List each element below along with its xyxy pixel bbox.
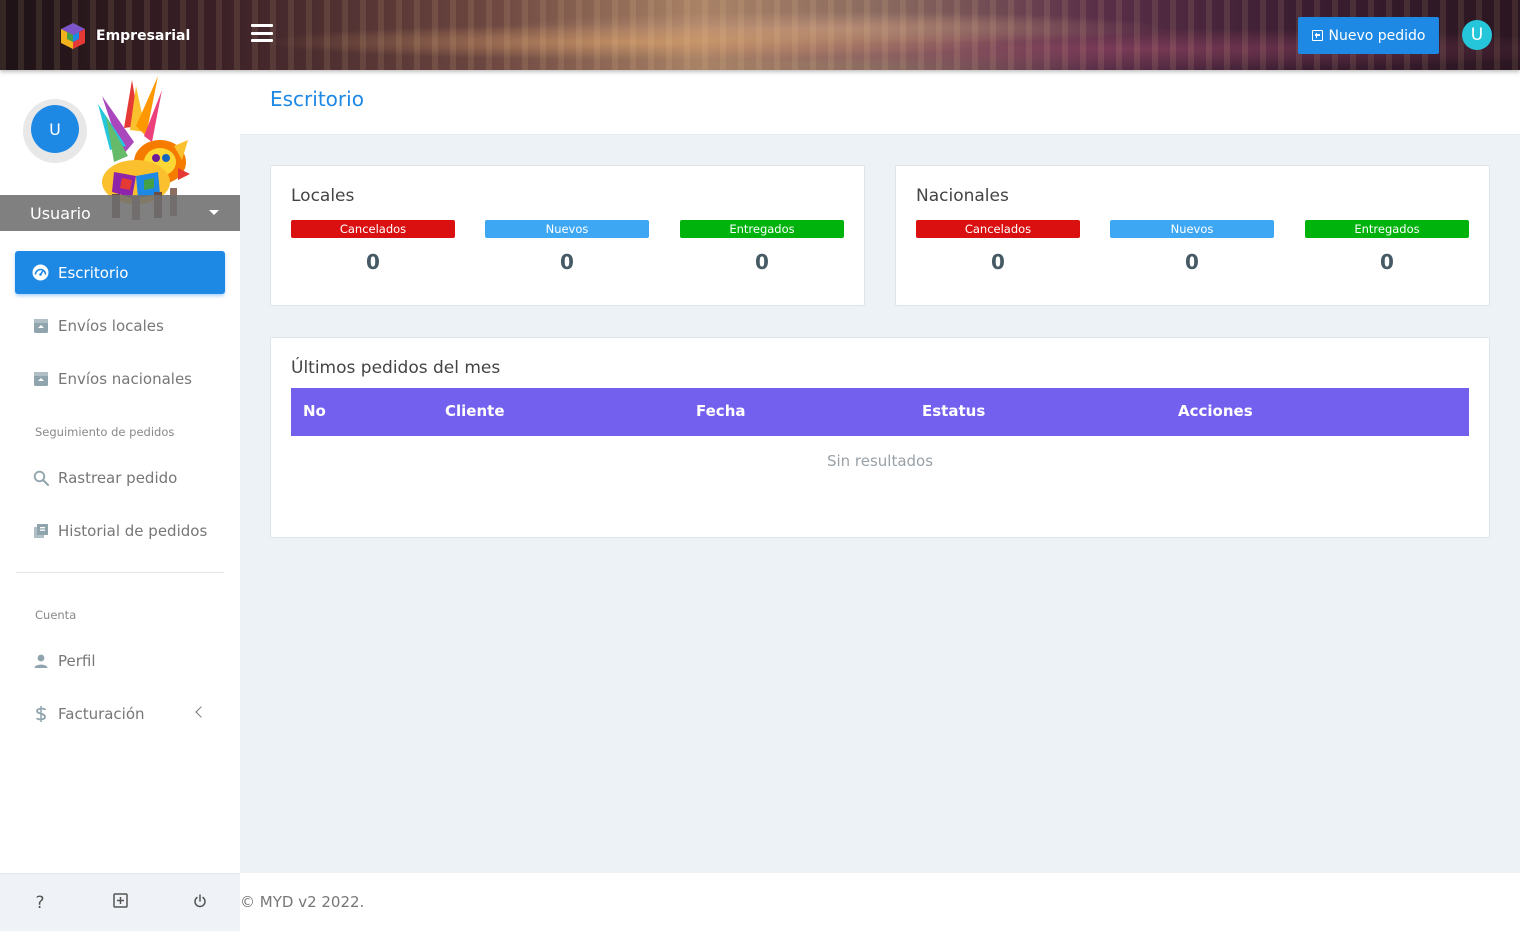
library-books-icon xyxy=(32,522,49,539)
stat-value: 0 xyxy=(755,250,769,274)
dollar-icon xyxy=(32,705,49,722)
sidebar-item-label: Envíos nacionales xyxy=(58,369,192,388)
stat-value: 0 xyxy=(366,250,380,274)
sidebar-item-perfil[interactable]: Perfil xyxy=(15,639,225,682)
stat-nuevos: Nuevos 0 xyxy=(1110,220,1274,274)
stat-entregados: Entregados 0 xyxy=(1305,220,1469,274)
new-order-button[interactable]: Nuevo pedido xyxy=(1298,17,1439,54)
user-dropdown[interactable]: Usuario xyxy=(0,195,240,231)
sidebar-item-label: Envíos locales xyxy=(58,316,164,335)
section-label-tracking: Seguimiento de pedidos xyxy=(35,425,175,439)
status-badge: Cancelados xyxy=(291,220,455,238)
sidebar-item-envios-locales[interactable]: Envíos locales xyxy=(15,304,225,347)
nacionales-card: Nacionales Cancelados 0 Nuevos 0 Entrega… xyxy=(895,165,1490,306)
cube-logo-icon xyxy=(58,21,88,51)
sidebar: U Usuario Escritorio Envíos locales Enví… xyxy=(0,70,240,931)
orders-table-header: No Cliente Fecha Estatus Acciones xyxy=(291,388,1469,436)
column-header-estatus[interactable]: Estatus xyxy=(922,402,985,420)
user-name: Usuario xyxy=(30,203,91,223)
stat-cancelados: Cancelados 0 xyxy=(291,220,455,274)
inbox-icon xyxy=(32,370,49,387)
sidebar-item-escritorio[interactable]: Escritorio xyxy=(15,251,225,294)
inbox-icon xyxy=(32,317,49,334)
new-order-label: Nuevo pedido xyxy=(1328,27,1426,44)
profile-area: U Usuario xyxy=(0,70,240,231)
page-title: Escritorio xyxy=(270,87,364,111)
user-menu-avatar[interactable]: U xyxy=(1462,20,1492,50)
plus-square-icon xyxy=(1311,30,1323,41)
sidebar-divider xyxy=(16,572,224,573)
status-badge: Nuevos xyxy=(485,220,649,238)
status-badge: Entregados xyxy=(1305,220,1469,238)
logout-button[interactable] xyxy=(189,892,211,914)
stat-value: 0 xyxy=(991,250,1005,274)
stat-value: 0 xyxy=(560,250,574,274)
user-icon xyxy=(32,652,49,669)
status-badge: Nuevos xyxy=(1110,220,1274,238)
card-title: Locales xyxy=(291,186,355,206)
sidebar-item-label: Facturación xyxy=(58,704,145,723)
recent-orders-card: Últimos pedidos del mes No Cliente Fecha… xyxy=(270,337,1490,538)
locales-card: Locales Cancelados 0 Nuevos 0 Entregados… xyxy=(270,165,865,306)
sidebar-item-label: Rastrear pedido xyxy=(58,468,178,487)
status-badge: Cancelados xyxy=(916,220,1080,238)
sidebar-item-label: Escritorio xyxy=(58,263,129,282)
column-header-no[interactable]: No xyxy=(303,402,326,420)
sidebar-item-label: Perfil xyxy=(58,651,96,670)
menu-toggle-icon[interactable] xyxy=(251,24,273,42)
sidebar-item-historial-pedidos[interactable]: Historial de pedidos xyxy=(15,509,225,552)
brand-link[interactable]: Empresarial xyxy=(58,20,190,52)
chevron-left-icon xyxy=(195,706,207,718)
section-label-account: Cuenta xyxy=(35,608,77,622)
sidebar-item-envios-nacionales[interactable]: Envíos nacionales xyxy=(15,357,225,400)
page-footer: © MYD v2 2022. xyxy=(240,873,1520,931)
search-icon xyxy=(32,469,49,486)
stat-entregados: Entregados 0 xyxy=(680,220,844,274)
sidebar-item-facturacion[interactable]: Facturación xyxy=(15,692,225,735)
column-header-acciones[interactable]: Acciones xyxy=(1178,402,1253,420)
stat-cancelados: Cancelados 0 xyxy=(916,220,1080,274)
power-icon xyxy=(193,893,207,913)
dashboard-gauge-icon xyxy=(32,264,49,281)
sidebar-avatar: U xyxy=(31,105,79,153)
sidebar-item-label: Historial de pedidos xyxy=(58,521,208,540)
page-header: Escritorio xyxy=(240,70,1520,135)
brand-name: Empresarial xyxy=(96,28,191,44)
card-title: Nacionales xyxy=(916,186,1009,206)
plus-square-icon xyxy=(112,893,128,913)
card-title: Últimos pedidos del mes xyxy=(291,358,501,378)
sidebar-item-rastrear-pedido[interactable]: Rastrear pedido xyxy=(15,456,225,499)
empty-table-message: Sin resultados xyxy=(826,452,934,470)
top-navbar: Empresarial Nuevo pedido U xyxy=(0,0,1520,70)
status-badge: Entregados xyxy=(680,220,844,238)
column-header-fecha[interactable]: Fecha xyxy=(696,402,746,420)
help-button[interactable]: ? xyxy=(29,892,51,914)
sidebar-footer: ? xyxy=(0,873,240,931)
column-header-cliente[interactable]: Cliente xyxy=(445,402,505,420)
add-box-button[interactable] xyxy=(109,892,131,914)
stat-value: 0 xyxy=(1380,250,1394,274)
copyright-text: © MYD v2 2022. xyxy=(240,893,365,911)
stat-nuevos: Nuevos 0 xyxy=(485,220,649,274)
caret-down-icon xyxy=(209,210,219,215)
stat-value: 0 xyxy=(1185,250,1199,274)
